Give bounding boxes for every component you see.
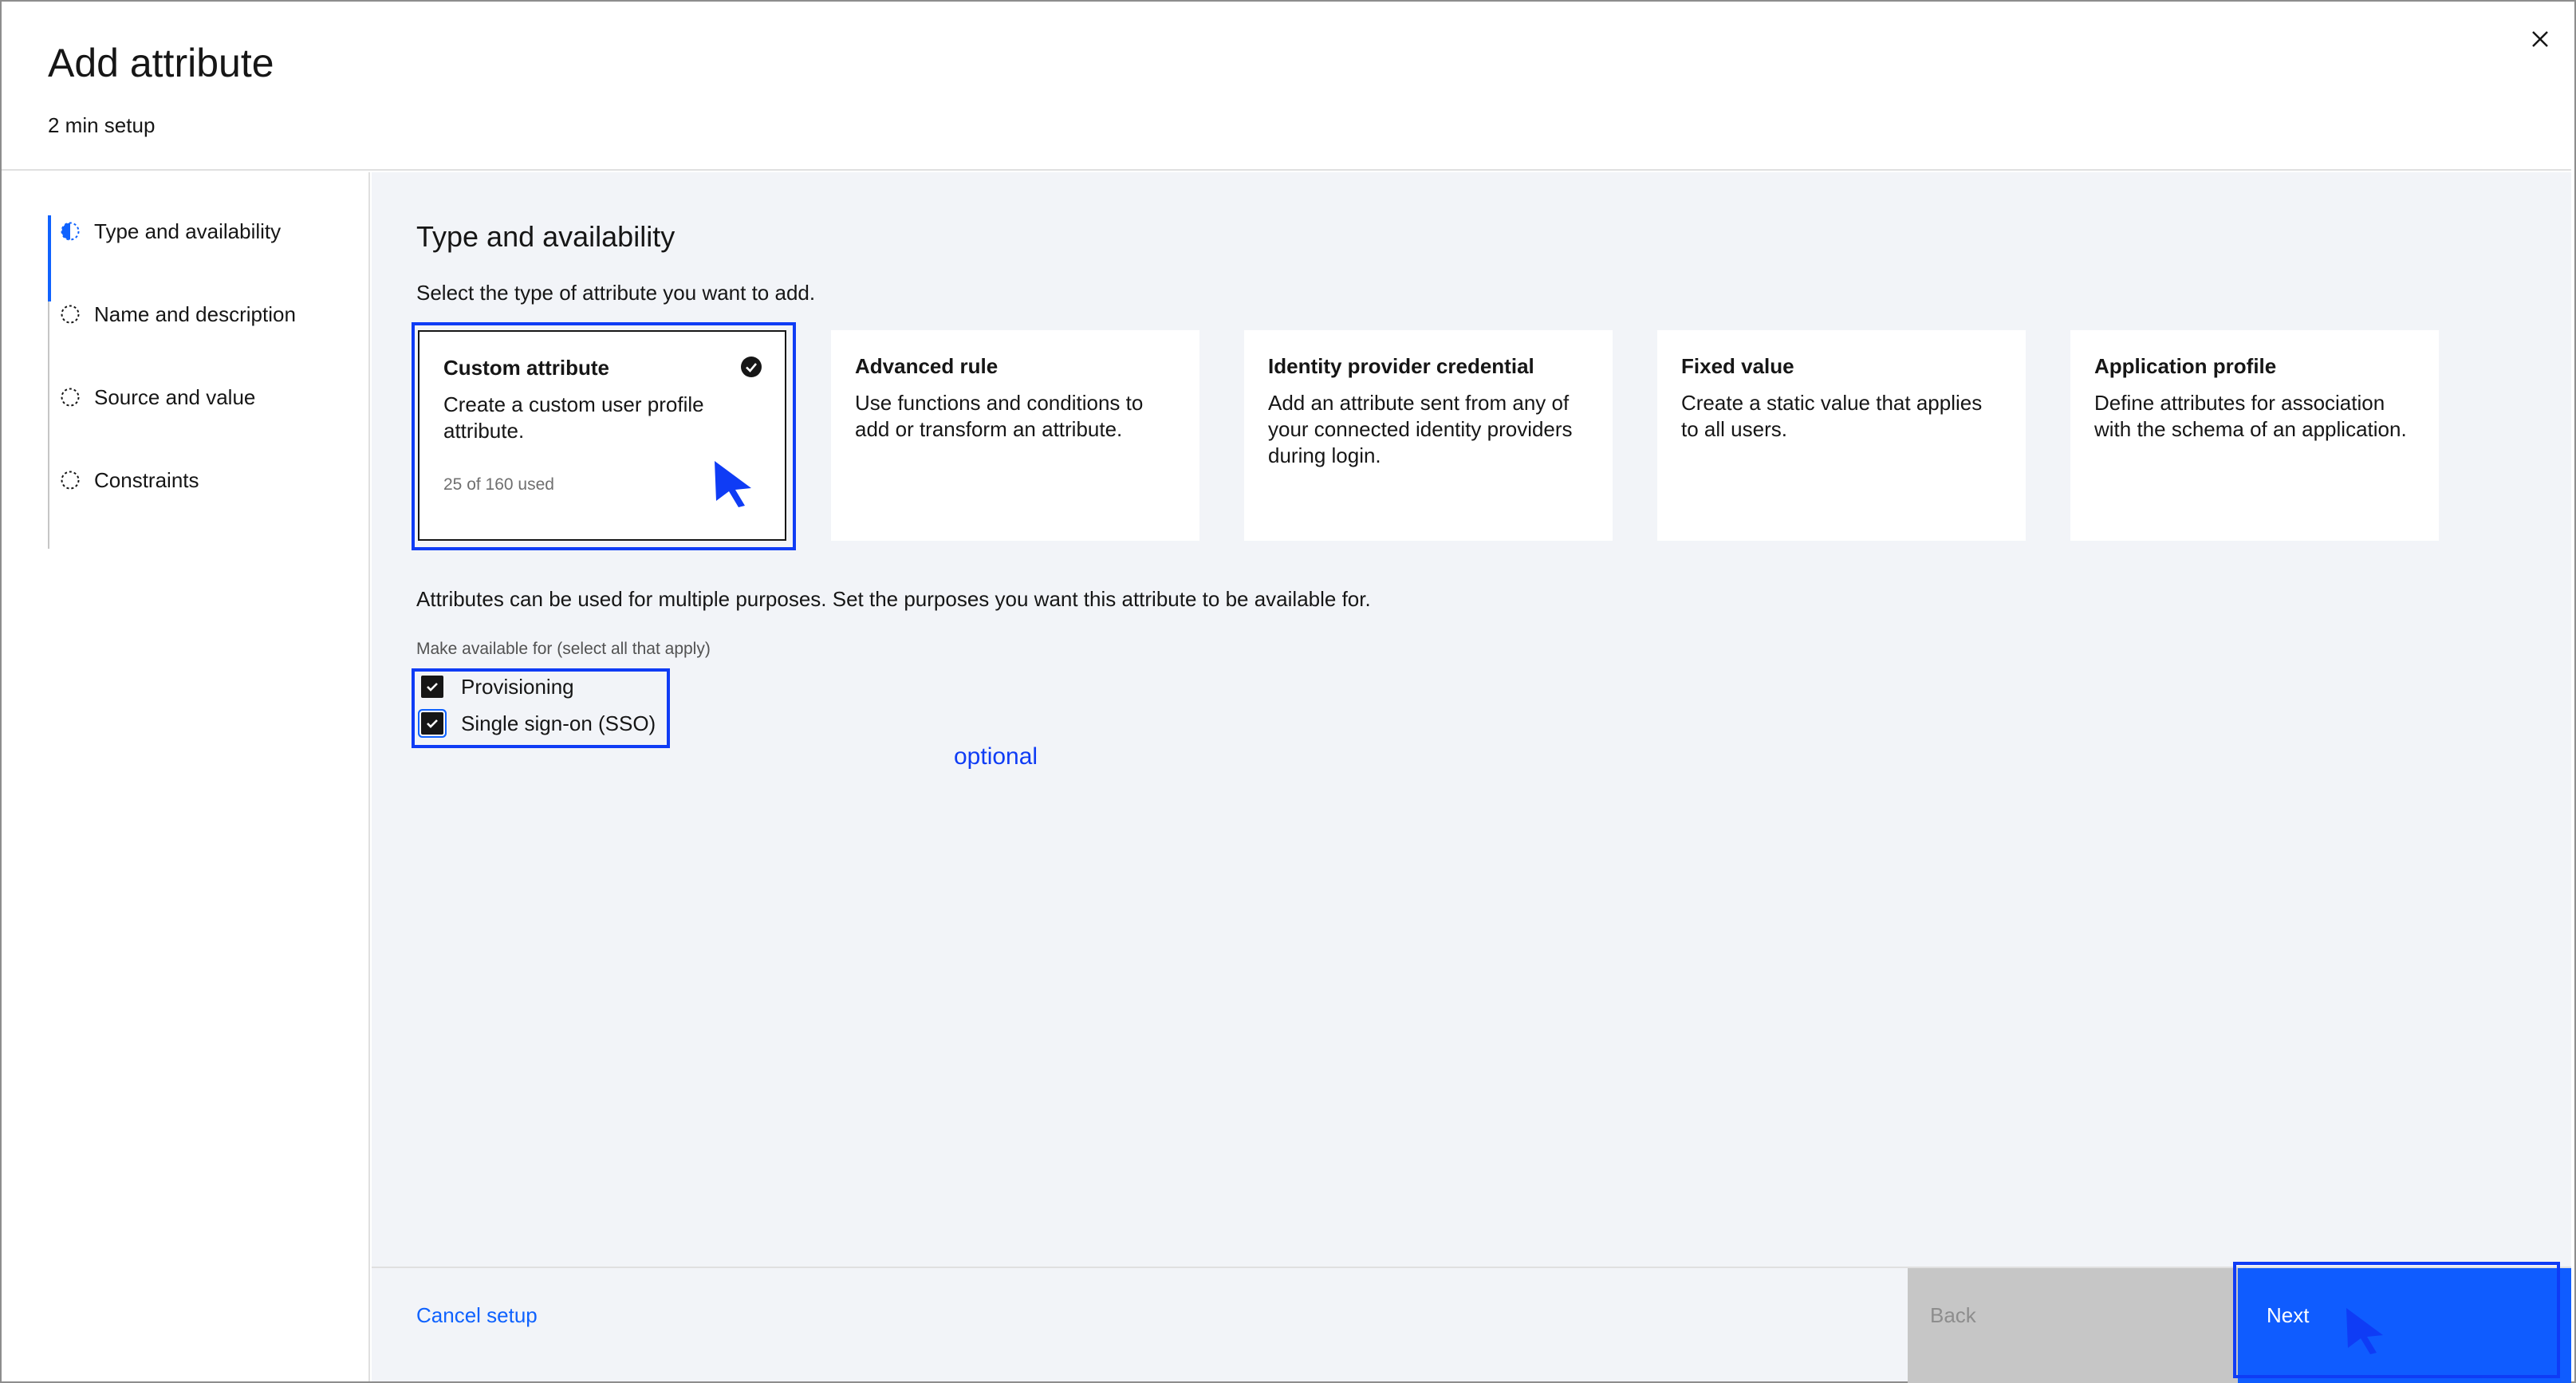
dashed-circle-icon	[59, 469, 81, 491]
purposes-description: Attributes can be used for multiple purp…	[416, 587, 1371, 611]
cancel-setup-link[interactable]: Cancel setup	[416, 1303, 538, 1328]
step-source-and-value[interactable]: Source and value	[59, 378, 255, 416]
step-constraints[interactable]: Constraints	[59, 461, 199, 499]
progress-track-active	[48, 215, 51, 301]
checkmark-icon	[427, 683, 438, 692]
cursor-arrow-icon	[2346, 1308, 2383, 1354]
tile-fixed-value[interactable]: Fixed value Create a static value that a…	[1657, 330, 2026, 541]
back-button[interactable]: Back	[1908, 1268, 2238, 1383]
main-content: Type and availability Select the type of…	[372, 172, 2571, 1267]
tile-description: Define attributes for association with t…	[2094, 391, 2407, 441]
next-button[interactable]: Next	[2238, 1268, 2571, 1383]
step-label: Type and availability	[94, 219, 282, 243]
checkbox-box[interactable]	[421, 676, 443, 698]
step-type-and-availability[interactable]: Type and availability	[59, 212, 281, 250]
modal-header: Add attribute 2 min setup	[2, 2, 2571, 171]
tile-advanced-rule[interactable]: Advanced rule Use functions and conditio…	[831, 330, 1199, 541]
checkbox-single-sign-on[interactable]: Single sign-on (SSO)	[421, 707, 656, 739]
tile-usage: 25 of 160 used	[443, 475, 554, 494]
step-label: Constraints	[94, 467, 199, 492]
progress-indicator: Type and availability Name and descripti…	[2, 172, 370, 1381]
checkmark-filled-icon	[741, 357, 762, 377]
cursor-arrow-icon	[715, 461, 751, 507]
tile-title: Advanced rule	[855, 354, 998, 378]
tile-custom-attribute[interactable]: Custom attribute Create a custom user pr…	[418, 330, 786, 541]
checkbox-box[interactable]	[421, 712, 443, 735]
step-label: Name and description	[94, 301, 296, 326]
progress-track	[48, 215, 51, 549]
checkmark-icon	[427, 719, 438, 728]
tile-title: Application profile	[2094, 354, 2277, 378]
section-description: Select the type of attribute you want to…	[416, 281, 816, 305]
checkbox-label: Provisioning	[461, 674, 574, 699]
tile-application-profile[interactable]: Application profile Define attributes fo…	[2070, 330, 2439, 541]
tile-title: Fixed value	[1681, 354, 1794, 378]
tile-identity-provider-credential[interactable]: Identity provider credential Add an attr…	[1244, 330, 1613, 541]
checkbox-label: Single sign-on (SSO)	[461, 711, 656, 735]
modal-subtitle: 2 min setup	[48, 113, 156, 137]
step-name-and-description[interactable]: Name and description	[59, 295, 296, 333]
tile-description: Use functions and conditions to add or t…	[855, 391, 1144, 441]
optional-annotation: optional	[954, 743, 1038, 770]
tile-title: Custom attribute	[443, 356, 609, 380]
close-button[interactable]	[2520, 19, 2560, 59]
tile-title: Identity provider credential	[1268, 354, 1534, 378]
tile-description: Create a static value that applies to al…	[1681, 391, 1983, 441]
modal-title: Add attribute	[48, 41, 274, 85]
back-button-label: Back	[1930, 1303, 1976, 1327]
close-icon	[2532, 31, 2548, 47]
dashed-circle-icon	[59, 303, 81, 325]
modal-footer: Cancel setup Back Next	[372, 1262, 2571, 1383]
tile-description: Add an attribute sent from any of your c…	[1268, 391, 1573, 467]
half-circle-icon	[59, 220, 81, 242]
checkbox-provisioning[interactable]: Provisioning	[421, 671, 574, 703]
purposes-group-label: Make available for (select all that appl…	[416, 640, 711, 658]
next-button-label: Next	[2267, 1303, 2310, 1327]
dashed-circle-icon	[59, 386, 81, 408]
step-label: Source and value	[94, 384, 256, 409]
section-title: Type and availability	[416, 220, 676, 253]
tile-description: Create a custom user profile attribute.	[443, 392, 704, 443]
